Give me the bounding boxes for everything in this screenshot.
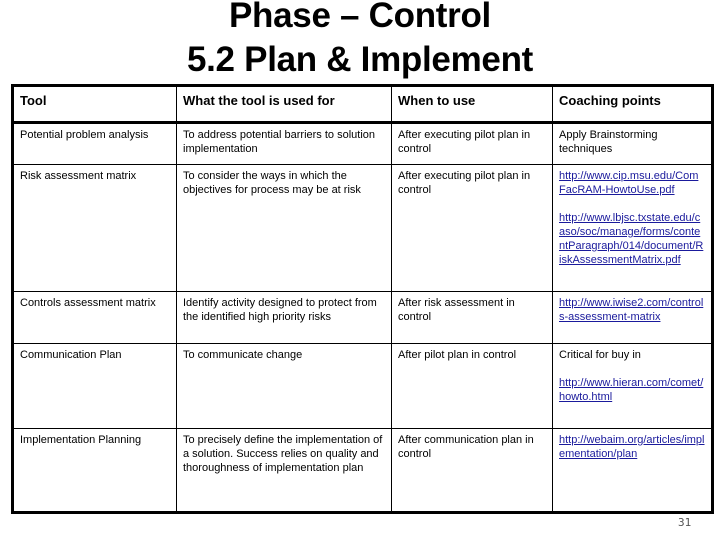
header-tool: Tool bbox=[12, 85, 177, 123]
coaching-text: Critical for buy in bbox=[559, 349, 641, 361]
table-row: Communication Plan To communicate change… bbox=[12, 343, 713, 429]
header-purpose: What the tool is used for bbox=[176, 85, 392, 123]
table-header-row: Tool What the tool is used for When to u… bbox=[12, 85, 713, 123]
cell-purpose: To communicate change bbox=[176, 343, 392, 429]
cell-coaching: Critical for buy in http://www.hieran.co… bbox=[552, 343, 713, 429]
coaching-link[interactable]: http://www.iwise2.com/controls-assessmen… bbox=[559, 297, 703, 323]
cell-tool: Risk assessment matrix bbox=[12, 164, 177, 292]
cell-coaching: http://www.cip.msu.edu/ComFacRAM-HowtoUs… bbox=[552, 164, 713, 292]
cell-when: After executing pilot plan in control bbox=[391, 164, 553, 292]
cell-tool: Potential problem analysis bbox=[12, 122, 177, 165]
cell-when: After risk assessment in control bbox=[391, 291, 553, 344]
cell-coaching: http://webaim.org/articles/implementatio… bbox=[552, 428, 713, 513]
cell-purpose: To precisely define the implementation o… bbox=[176, 428, 392, 513]
cell-coaching: http://www.iwise2.com/controls-assessmen… bbox=[552, 291, 713, 344]
cell-when: After executing pilot plan in control bbox=[391, 122, 553, 165]
table-row: Potential problem analysis To address po… bbox=[12, 122, 713, 165]
coaching-link[interactable]: http://www.lbjsc.txstate.edu/caso/soc/ma… bbox=[559, 212, 703, 266]
page-number: 31 bbox=[678, 516, 692, 529]
tools-table: Tool What the tool is used for When to u… bbox=[11, 84, 714, 514]
cell-purpose: Identify activity designed to protect fr… bbox=[176, 291, 392, 344]
coaching-link[interactable]: http://www.hieran.com/comet/howto.html bbox=[559, 377, 703, 403]
table-row: Controls assessment matrix Identify acti… bbox=[12, 291, 713, 344]
table-row: Implementation Planning To precisely def… bbox=[12, 428, 713, 513]
coaching-link[interactable]: http://www.cip.msu.edu/ComFacRAM-HowtoUs… bbox=[559, 170, 698, 196]
coaching-link[interactable]: http://webaim.org/articles/implementatio… bbox=[559, 434, 705, 460]
table-row: Risk assessment matrix To consider the w… bbox=[12, 164, 713, 292]
coaching-text: Apply Brainstorming techniques bbox=[559, 129, 658, 155]
cell-tool: Controls assessment matrix bbox=[12, 291, 177, 344]
cell-tool: Communication Plan bbox=[12, 343, 177, 429]
slide-title-line-2: 5.2 Plan & Implement bbox=[186, 40, 534, 79]
cell-purpose: To address potential barriers to solutio… bbox=[176, 122, 392, 165]
cell-coaching: Apply Brainstorming techniques bbox=[552, 122, 713, 165]
header-coaching: Coaching points bbox=[552, 85, 713, 123]
cell-tool: Implementation Planning bbox=[12, 428, 177, 513]
header-when: When to use bbox=[391, 85, 553, 123]
slide-title-line-1: Phase – Control bbox=[229, 0, 491, 35]
cell-purpose: To consider the ways in which the object… bbox=[176, 164, 392, 292]
cell-when: After pilot plan in control bbox=[391, 343, 553, 429]
cell-when: After communication plan in control bbox=[391, 428, 553, 513]
